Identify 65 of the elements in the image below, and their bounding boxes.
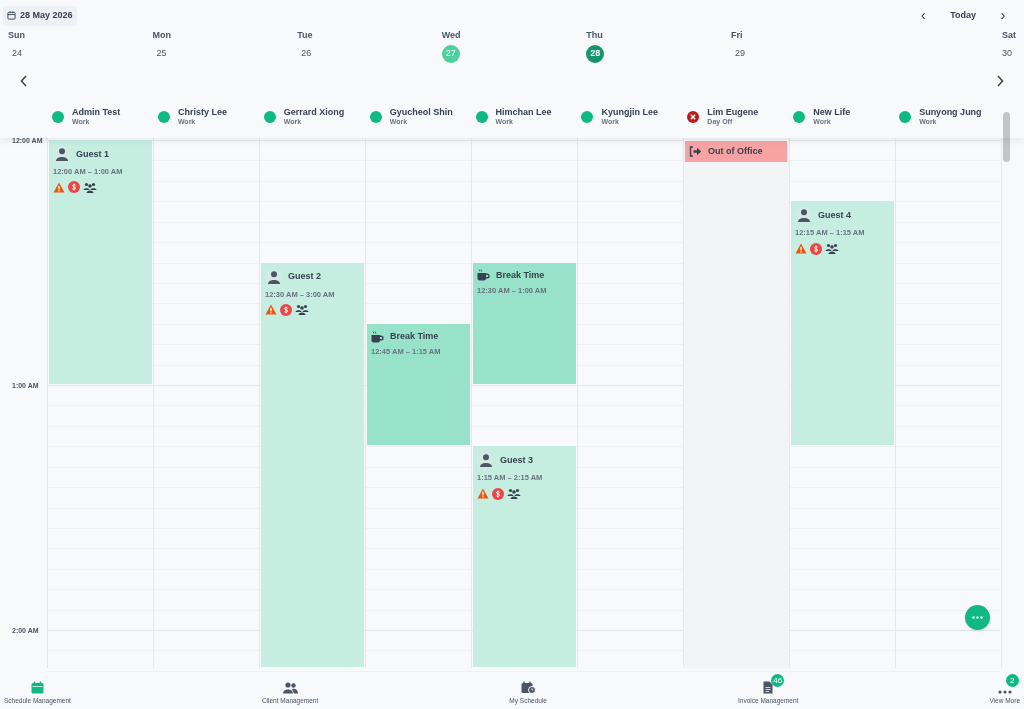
event-title: Out of Office bbox=[708, 144, 763, 158]
people-icon bbox=[282, 682, 298, 695]
staff-name: Christy Lee bbox=[177, 107, 227, 117]
staff-name: Gyucheol Shin bbox=[389, 107, 453, 117]
count-badge: 2 bbox=[1005, 674, 1019, 688]
out-of-office-block[interactable]: Out of Office bbox=[685, 141, 787, 162]
next-button[interactable]: › bbox=[996, 4, 1010, 27]
staff-name: Himchan Lee bbox=[495, 107, 552, 117]
date-number[interactable]: 29 bbox=[730, 45, 749, 63]
dollar-icon bbox=[492, 487, 504, 500]
calendar-clock-icon bbox=[520, 681, 536, 695]
group-icon bbox=[83, 181, 97, 193]
weekday-label: Fri bbox=[730, 29, 743, 42]
scrollbar[interactable] bbox=[1003, 112, 1010, 162]
weekday-label: Mon bbox=[152, 29, 172, 42]
date-number[interactable]: 28 bbox=[586, 45, 605, 63]
staff-name: Sunyong Jung bbox=[919, 107, 982, 117]
calendar-icon bbox=[30, 681, 44, 695]
event-title: Guest 2 bbox=[288, 270, 321, 284]
date-number[interactable]: 25 bbox=[152, 45, 171, 63]
staff-name: Kyungjin Lee bbox=[601, 107, 658, 117]
dollar-icon bbox=[280, 303, 292, 316]
warning-icon bbox=[265, 304, 277, 316]
staff-name: Lim Eugene bbox=[707, 107, 759, 117]
weekday-label: Sun bbox=[8, 29, 25, 42]
warning-icon bbox=[477, 488, 489, 499]
event-title: Guest 4 bbox=[818, 209, 851, 222]
weekday-label: Wed bbox=[441, 29, 461, 42]
warning-icon bbox=[53, 181, 65, 193]
dollar-icon bbox=[810, 242, 822, 255]
warning-icon bbox=[795, 243, 807, 254]
group-icon bbox=[295, 304, 309, 316]
person-icon bbox=[267, 270, 280, 284]
chevron-left-icon[interactable] bbox=[20, 75, 28, 87]
group-icon bbox=[507, 488, 521, 499]
weekday-label: Sat bbox=[1002, 29, 1017, 42]
weekday-label: Thu bbox=[586, 29, 603, 42]
chevron-right-icon[interactable] bbox=[996, 75, 1004, 87]
today-button[interactable]: Today bbox=[942, 8, 984, 23]
person-icon bbox=[55, 148, 68, 161]
document-icon bbox=[763, 681, 774, 695]
weekday-label: Tue bbox=[297, 29, 313, 42]
calendar-icon bbox=[7, 11, 16, 20]
date-number[interactable]: 26 bbox=[297, 45, 316, 63]
sign-out-icon bbox=[689, 146, 702, 157]
group-icon bbox=[825, 243, 839, 254]
dollar-icon bbox=[68, 181, 80, 194]
coffee-cup-icon bbox=[477, 269, 490, 282]
event-title: Break Time bbox=[496, 268, 545, 282]
dots-icon bbox=[972, 616, 983, 619]
count-badge: 46 bbox=[771, 674, 785, 688]
event-title: Guest 3 bbox=[500, 454, 533, 467]
more-icon bbox=[997, 690, 1012, 695]
person-icon bbox=[479, 454, 492, 468]
person-icon bbox=[797, 209, 810, 223]
staff-name: New Life bbox=[813, 107, 851, 117]
coffee-cup-icon bbox=[371, 330, 384, 343]
event-title: Break Time bbox=[390, 329, 439, 343]
previous-button[interactable]: ‹ bbox=[916, 4, 931, 27]
date-number[interactable]: 24 bbox=[8, 45, 26, 63]
staff-name: Admin Test bbox=[72, 107, 121, 117]
staff-name: Gerrard Xiong bbox=[283, 107, 345, 117]
date-number[interactable]: 30 bbox=[998, 45, 1017, 63]
event-title: Guest 1 bbox=[76, 147, 109, 161]
date-button[interactable]: 28 May 2026 bbox=[3, 5, 77, 26]
